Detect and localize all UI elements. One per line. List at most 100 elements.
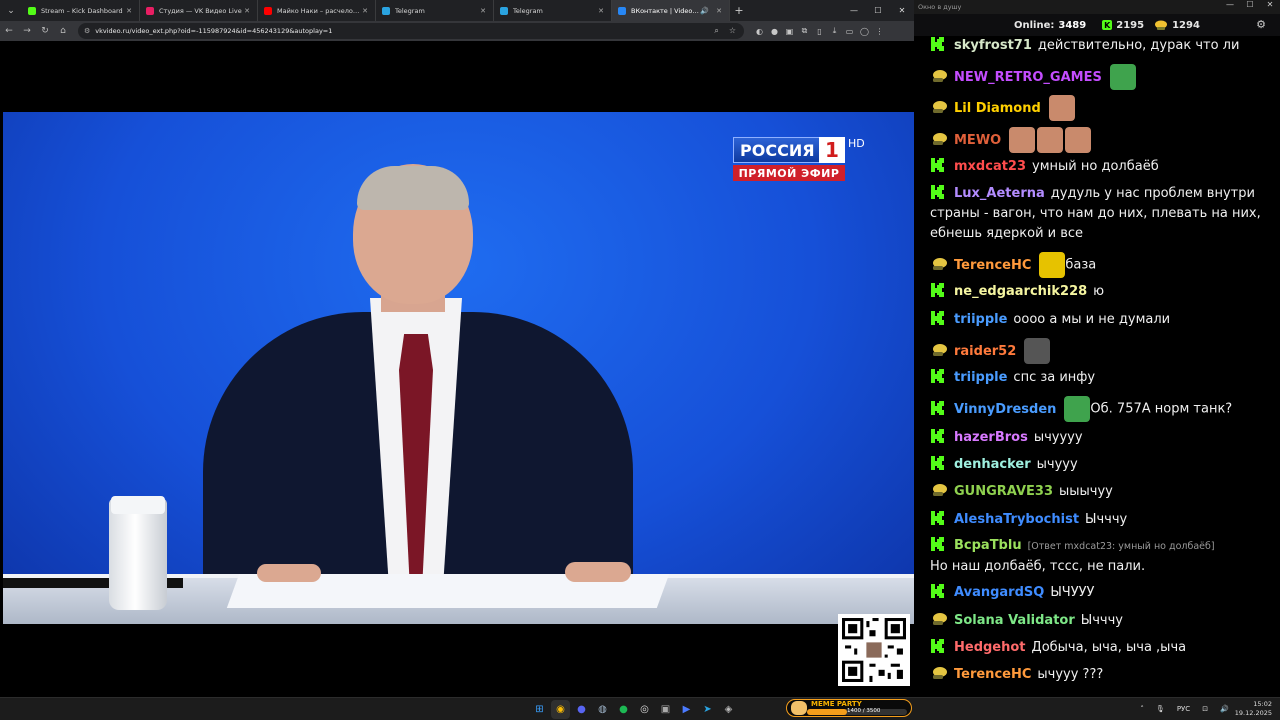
minimize-icon[interactable]: —	[842, 0, 866, 21]
close-window-icon[interactable]: ✕	[1260, 0, 1280, 9]
chat-text: ычууу ???	[1037, 667, 1104, 682]
tab-title: Студия — VK Видео Live	[159, 6, 242, 15]
tab-close-icon[interactable]: ✕	[479, 7, 487, 15]
browser-tab[interactable]: Студия — VK Видео Live ✕	[140, 0, 258, 21]
chat-username[interactable]: raider52	[954, 344, 1016, 359]
browser-tab[interactable]: Stream – Kick Dashboard ✕	[22, 0, 140, 21]
browser-tab[interactable]: Telegram ✕	[376, 0, 494, 21]
browser-window: ⌄ Stream – Kick Dashboard ✕ Студия — VK Ви…	[0, 0, 914, 697]
clock-time: 15:02	[1253, 700, 1272, 708]
chat-username[interactable]: AvangardSQ	[954, 585, 1044, 600]
vk-live-icon	[933, 132, 947, 145]
chat-username[interactable]: NEW_RETRO_GAMES	[954, 70, 1102, 85]
clock[interactable]: 15:02 19.12.2025	[1235, 700, 1272, 718]
extension-icon[interactable]: ▣	[782, 27, 797, 36]
zoom-icon[interactable]: ⌕	[714, 26, 718, 36]
address-bar[interactable]: ⚙ vkvideo.ru/video_ext.php?oid=-11598792…	[78, 23, 744, 39]
chat-reply-quote: [Ответ mxdcat23: умный но долбаёб]	[1027, 541, 1215, 552]
bookmark-star-icon[interactable]: ☆	[729, 26, 736, 36]
extension-icon[interactable]: ◐	[752, 27, 767, 36]
menu-kebab-icon[interactable]: ⋮	[872, 27, 887, 36]
chat-username[interactable]: skyfrost71	[954, 38, 1032, 53]
profile-icon[interactable]: ◯	[857, 27, 872, 36]
telegram-icon[interactable]: ➤	[698, 700, 717, 719]
minimize-icon[interactable]: —	[1220, 0, 1240, 9]
tab-close-icon[interactable]: ✕	[715, 7, 723, 15]
chat-message: TerenceHC ычууу ???	[930, 665, 1274, 685]
chat-username[interactable]: triipple	[954, 370, 1007, 385]
maximize-icon[interactable]: ☐	[1240, 0, 1260, 9]
obs-icon[interactable]: ◎	[635, 700, 654, 719]
downloads-icon[interactable]: ⤓	[827, 26, 842, 36]
tab-close-icon[interactable]: ✕	[597, 7, 605, 15]
spotify-icon[interactable]: ●	[614, 700, 633, 719]
chat-message: hazerBros ычуууу	[930, 428, 1274, 448]
chat-username[interactable]: Solana Validator	[954, 613, 1075, 628]
chat-message: MEWO	[930, 127, 1274, 153]
forward-icon[interactable]: →	[18, 21, 36, 41]
reload-icon[interactable]: ↻	[36, 21, 54, 41]
chat-username[interactable]: AleshaTrybochist	[954, 512, 1079, 527]
chat-username[interactable]: denhacker	[954, 457, 1031, 472]
kick-logo-icon	[931, 429, 944, 443]
chat-username[interactable]: triipple	[954, 312, 1007, 327]
app-icon[interactable]: ▣	[656, 700, 675, 719]
chat-username[interactable]: MEWO	[954, 133, 1001, 148]
start-windows-icon[interactable]: ⊞	[530, 700, 549, 719]
chat-message: denhacker ычууу	[930, 455, 1274, 475]
chat-username[interactable]: Lux_Aeterna	[954, 186, 1045, 201]
split-view-icon[interactable]: ▭	[842, 27, 857, 36]
vk-live-icon	[933, 667, 947, 679]
browser-tab[interactable]: Майко Наки – расчеловечиваю✕	[258, 0, 376, 21]
chat-header: Online: 3489 K 2195 1294 ⚙	[914, 14, 1280, 36]
chrome-icon[interactable]: ◉	[551, 700, 570, 719]
chat-text: ычуууу	[1033, 430, 1083, 445]
chat-username[interactable]: hazerBros	[954, 430, 1028, 445]
new-tab-button[interactable]: +	[730, 4, 748, 17]
extension-icon[interactable]: ●	[767, 27, 782, 36]
browser-tab[interactable]: Telegram ✕	[494, 0, 612, 21]
volume-icon[interactable]: 🔊	[1220, 705, 1229, 713]
chat-username[interactable]: mxdcat23	[954, 159, 1026, 174]
extensions-puzzle-icon[interactable]: ⧉	[797, 26, 812, 36]
tab-close-icon[interactable]: ✕	[125, 7, 133, 15]
chat-username[interactable]: VinnyDresden	[954, 402, 1056, 417]
settings-gear-icon[interactable]: ⚙	[1254, 18, 1268, 32]
network-icon[interactable]: ⊡	[1202, 705, 1208, 713]
tab-close-icon[interactable]: ✕	[243, 7, 251, 15]
close-window-icon[interactable]: ✕	[890, 0, 914, 21]
steam-icon[interactable]: ◍	[593, 700, 612, 719]
back-icon[interactable]: ←	[0, 21, 18, 41]
chat-window: Окно в душу — ☐ ✕ Online: 3489 K 2195 12…	[914, 0, 1280, 697]
app-icon[interactable]: ◈	[719, 700, 738, 719]
discord-icon[interactable]: ●	[572, 700, 591, 719]
chat-titlebar: Окно в душу — ☐ ✕	[914, 0, 1280, 14]
media-player-icon[interactable]: ▶	[677, 700, 696, 719]
sidebar-icon[interactable]: ▯	[812, 27, 827, 36]
site-info-icon[interactable]: ⚙	[84, 27, 90, 35]
browser-tab[interactable]: ВКонтакте | Video Ext 🔊 ✕	[612, 0, 730, 21]
chat-username[interactable]: ne_edgaarchik228	[954, 284, 1087, 299]
chat-message: Lux_Aeterna дудуль у нас проблем внутри с…	[930, 184, 1274, 244]
tab-audio-icon[interactable]: 🔊	[700, 7, 709, 15]
chat-username[interactable]: TerenceHC	[954, 667, 1031, 682]
maximize-icon[interactable]: ☐	[866, 0, 890, 21]
kick-logo-icon: K	[1102, 20, 1113, 30]
chat-username[interactable]: Hedgehot	[954, 640, 1026, 655]
chat-username[interactable]: BcpaTblu	[954, 538, 1022, 553]
kick-logo-icon	[931, 400, 944, 415]
live-badge: ПРЯМОЙ ЭФИР	[733, 165, 845, 181]
video-player[interactable]: РОССИЯ 1 HD ПРЯМОЙ ЭФИР	[0, 41, 914, 697]
tab-close-icon[interactable]: ✕	[361, 7, 369, 15]
home-icon[interactable]: ⌂	[54, 21, 72, 41]
chat-username[interactable]: TerenceHC	[954, 258, 1031, 273]
chat-message: Solana Validator Ычччу	[930, 611, 1274, 631]
tab-favicon-icon	[146, 6, 154, 15]
meme-party-progress-fill	[807, 709, 847, 715]
chat-username[interactable]: GUNGRAVE33	[954, 484, 1053, 499]
language-indicator[interactable]: РУС	[1177, 705, 1190, 713]
mic-icon[interactable]: 🎙	[1156, 705, 1165, 713]
tab-search-icon[interactable]: ⌄	[0, 0, 22, 21]
chat-username[interactable]: Lil Diamond	[954, 101, 1041, 116]
tray-chevron-icon[interactable]: ˄	[1140, 705, 1144, 713]
